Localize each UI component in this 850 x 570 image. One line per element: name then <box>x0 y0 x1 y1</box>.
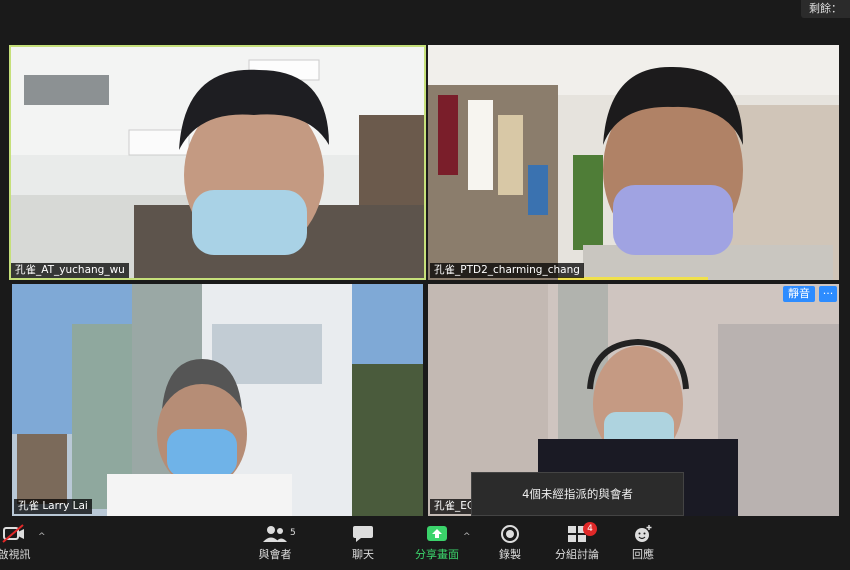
breakout-rooms-label: 分組討論 <box>555 548 599 561</box>
timer-label: 剩餘： <box>801 0 850 18</box>
participant-name: 孔雀_AT_yuchang_wu <box>11 263 129 278</box>
chat-label: 聊天 <box>352 548 374 561</box>
video-feed-1 <box>9 45 426 280</box>
participant-count: 5 <box>290 528 296 538</box>
start-video-label: 啟視訊 <box>0 548 31 561</box>
participant-name: 孔雀 Larry Lai <box>14 499 92 514</box>
record-button[interactable]: 錄製 <box>480 524 540 562</box>
video-feed-3 <box>12 284 423 516</box>
mute-indicator[interactable]: 靜音 <box>783 286 815 302</box>
start-video-button[interactable]: 啟視訊 <box>0 524 44 562</box>
video-off-icon <box>2 524 24 543</box>
participants-label: 與會者 <box>258 548 292 561</box>
chat-button[interactable]: 聊天 <box>333 524 393 562</box>
unassigned-participants-tooltip: 4個未經指派的與會者 <box>471 472 684 516</box>
chevron-up-icon[interactable]: ^ <box>38 532 46 542</box>
chevron-up-icon[interactable]: ^ <box>463 532 471 542</box>
share-screen-label: 分享畫面 <box>415 548 459 561</box>
breakout-rooms-button[interactable]: 4 分組討論 <box>547 522 607 562</box>
chat-icon <box>353 526 373 542</box>
participants-button[interactable]: 與會者 <box>245 524 305 562</box>
video-tile-3[interactable]: 孔雀 Larry Lai <box>12 284 423 516</box>
share-screen-icon <box>427 526 447 541</box>
video-tile-2[interactable]: 孔雀_PTD2_charming_chang <box>428 45 839 280</box>
participant-name: 孔雀_PTD2_charming_chang <box>430 263 584 278</box>
breakout-badge: 4 <box>583 522 597 536</box>
video-feed-2 <box>428 45 839 280</box>
record-icon <box>501 525 519 543</box>
more-options-button[interactable]: ··· <box>819 286 837 302</box>
participants-icon <box>263 526 287 542</box>
reactions-button[interactable]: 回應 <box>613 524 673 562</box>
reactions-icon <box>635 525 652 542</box>
share-screen-button[interactable]: 分享畫面 <box>407 524 467 562</box>
record-label: 錄製 <box>499 548 521 561</box>
meeting-toolbar: 啟視訊 ^ 與會者 5 聊天 分享畫面 ^ 錄製 4 分組討論 回應 <box>0 520 850 570</box>
reactions-label: 回應 <box>632 548 654 561</box>
video-tile-1[interactable]: 孔雀_AT_yuchang_wu <box>9 45 426 280</box>
